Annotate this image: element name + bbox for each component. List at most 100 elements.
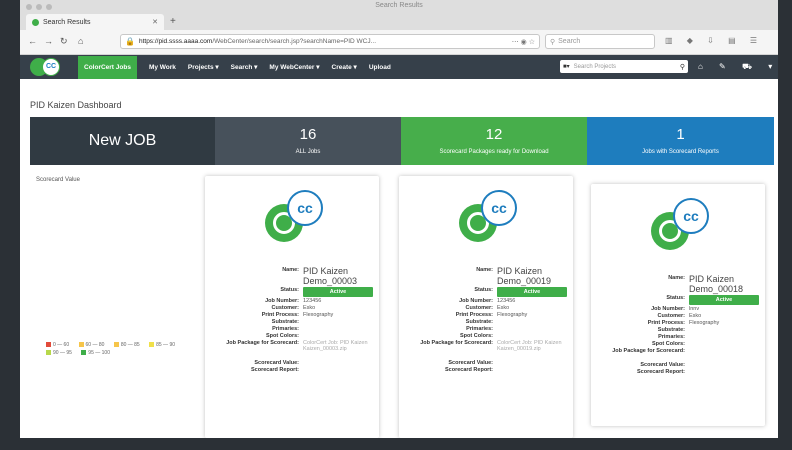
- search-scope-dropdown[interactable]: ■▾: [563, 63, 570, 70]
- toolbar-icons[interactable]: ▥ ◆ ⇩ ▤ ☰: [665, 36, 763, 45]
- scorecard-value-field-label: Scorecard Value:: [254, 360, 299, 366]
- name-label: Name:: [282, 267, 299, 273]
- lock-icon: 🔒: [125, 37, 135, 46]
- summary-banner: New JOB 16 ALL Jobs 12 Scorecard Package…: [30, 117, 774, 165]
- colorcert-job-logo: cc: [265, 190, 325, 246]
- colorcert-logo[interactable]: CC: [30, 58, 62, 76]
- title-bar: Search Results: [20, 0, 778, 14]
- job-package-label: Job Package for Scorecard:: [420, 340, 493, 346]
- job-number-value: 123456: [497, 298, 516, 304]
- primaries-label: Primaries:: [658, 334, 685, 340]
- home-icon[interactable]: ⌂: [78, 36, 83, 46]
- project-search-placeholder: Search Projects: [573, 63, 616, 70]
- window-title: Search Results: [375, 2, 423, 9]
- url-host: https://pid.ssss.aaaa.com: [138, 38, 213, 45]
- scorecard-legend: 0 — 60 60 — 80 80 — 85 85 — 90 90 — 95 9…: [46, 341, 186, 357]
- browser-search-input[interactable]: ⚲ Search: [545, 34, 655, 49]
- substrate-label: Substrate:: [657, 327, 685, 333]
- scorecard-report-label: Scorecard Report:: [251, 367, 299, 373]
- tab-strip: Search Results ✕ +: [20, 14, 778, 30]
- main-menu: ColorCert Jobs My Work Projects ▾ Search…: [78, 55, 391, 79]
- colorcert-job-logo: cc: [459, 190, 519, 246]
- job-package-label: Job Package for Scorecard:: [226, 340, 299, 346]
- print-process-label: Print Process:: [455, 312, 493, 318]
- menu-upload[interactable]: Upload: [369, 64, 391, 71]
- reload-icon[interactable]: ↻: [60, 36, 68, 47]
- customer-value: Esko: [689, 313, 702, 319]
- job-card[interactable]: cc Name: PID Kaizen Demo_00019 Status: Act…: [399, 176, 573, 438]
- scorecard-value-label: Scorecard Value: [36, 177, 80, 183]
- status-badge: Active: [689, 295, 759, 305]
- print-process-value: Flexography: [303, 312, 334, 318]
- print-process-value: Flexography: [497, 312, 528, 318]
- browser-tab[interactable]: Search Results ✕: [26, 14, 164, 30]
- legend-item: 60 — 80: [78, 341, 109, 349]
- new-tab-icon[interactable]: +: [170, 16, 176, 27]
- menu-colorcert-jobs[interactable]: ColorCert Jobs: [78, 55, 137, 79]
- tab-favicon-icon: [32, 18, 39, 26]
- browser-window: Search Results Search Results ✕ + ← → ↻ …: [20, 0, 778, 438]
- scorecard-reports-tile[interactable]: 1 Jobs with Scorecard Reports: [587, 117, 774, 165]
- search-icon[interactable]: ⚲: [680, 63, 685, 71]
- all-jobs-tile[interactable]: 16 ALL Jobs: [215, 117, 401, 165]
- menu-create[interactable]: Create ▾: [332, 63, 357, 71]
- navigation-bar: ← → ↻ ⌂ 🔒 https://pid.ssss.aaaa.com/WebC…: [20, 30, 778, 55]
- status-label: Status:: [474, 287, 493, 293]
- job-package-label: Job Package for Scorecard:: [612, 348, 685, 354]
- substrate-label: Substrate:: [465, 319, 493, 325]
- job-number-value: lnnv: [689, 306, 700, 312]
- page-actions-icon[interactable]: ⋯ ◉ ☆: [512, 38, 535, 46]
- customer-value: Esko: [303, 305, 316, 311]
- customer-label: Customer:: [271, 305, 299, 311]
- customer-label: Customer:: [657, 313, 685, 319]
- legend-item: 95 — 100: [81, 349, 114, 357]
- legend-item: 0 — 60: [46, 341, 73, 349]
- job-number-label: Job Number:: [651, 306, 685, 312]
- menu-search[interactable]: Search ▾: [231, 63, 258, 71]
- job-number-label: Job Number:: [459, 298, 493, 304]
- back-icon[interactable]: ←: [28, 36, 37, 46]
- url-bar[interactable]: 🔒 https://pid.ssss.aaaa.com/WebCenter/se…: [120, 34, 540, 49]
- spot-colors-label: Spot Colors:: [460, 333, 493, 339]
- primaries-label: Primaries:: [272, 326, 299, 332]
- scorecard-packages-tile[interactable]: 12 Scorecard Packages ready for Download: [401, 117, 587, 165]
- job-package-file: Kaizen_00019.zip: [497, 346, 541, 352]
- app-header: CC ColorCert Jobs My Work Projects ▾ Sea…: [20, 55, 778, 79]
- header-icons[interactable]: ⌂ ✎ ⛟ ▾: [698, 62, 778, 72]
- job-name[interactable]: PID Kaizen Demo_00018: [689, 274, 765, 294]
- menu-my-work[interactable]: My Work: [149, 64, 176, 71]
- legend-item: 85 — 90: [149, 341, 179, 349]
- scorecard-value-field-label: Scorecard Value:: [640, 362, 685, 368]
- menu-my-webcenter[interactable]: My WebCenter ▾: [269, 63, 319, 71]
- job-name[interactable]: PID Kaizen Demo_00003: [303, 266, 379, 286]
- print-process-label: Print Process:: [261, 312, 299, 318]
- job-number-label: Job Number:: [265, 298, 299, 304]
- job-name[interactable]: PID Kaizen Demo_00019: [497, 266, 573, 286]
- menu-projects[interactable]: Projects ▾: [188, 63, 219, 71]
- spot-colors-label: Spot Colors:: [266, 333, 299, 339]
- close-tab-icon[interactable]: ✕: [152, 18, 158, 26]
- browser-search-placeholder: Search: [558, 38, 581, 45]
- name-label: Name:: [668, 275, 685, 281]
- job-card[interactable]: cc Name: PID Kaizen Demo_00018 Status: Act…: [591, 184, 765, 426]
- job-number-value: 123456: [303, 298, 322, 304]
- new-job-button[interactable]: New JOB: [30, 117, 215, 165]
- colorcert-job-logo: cc: [651, 198, 711, 254]
- page-title: PID Kaizen Dashboard: [30, 100, 122, 110]
- tab-title: Search Results: [43, 18, 91, 26]
- spot-colors-label: Spot Colors:: [652, 341, 685, 347]
- forward-icon[interactable]: →: [44, 36, 53, 46]
- search-icon: ⚲: [550, 38, 556, 46]
- customer-value: Esko: [497, 305, 510, 311]
- status-badge: Active: [497, 287, 567, 297]
- job-card[interactable]: cc Name: PID Kaizen Demo_00003 Status: Act…: [205, 176, 379, 438]
- url-path: /WebCenter/search/search.jsp?searchName=…: [212, 38, 377, 45]
- scorecard-report-label: Scorecard Report:: [637, 369, 685, 375]
- status-badge: Active: [303, 287, 373, 297]
- project-search-input[interactable]: ■▾ Search Projects ⚲: [560, 60, 688, 73]
- name-label: Name:: [476, 267, 493, 273]
- legend-item: 80 — 85: [113, 341, 144, 349]
- status-label: Status:: [280, 287, 299, 293]
- customer-label: Customer:: [465, 305, 493, 311]
- status-label: Status:: [666, 295, 685, 301]
